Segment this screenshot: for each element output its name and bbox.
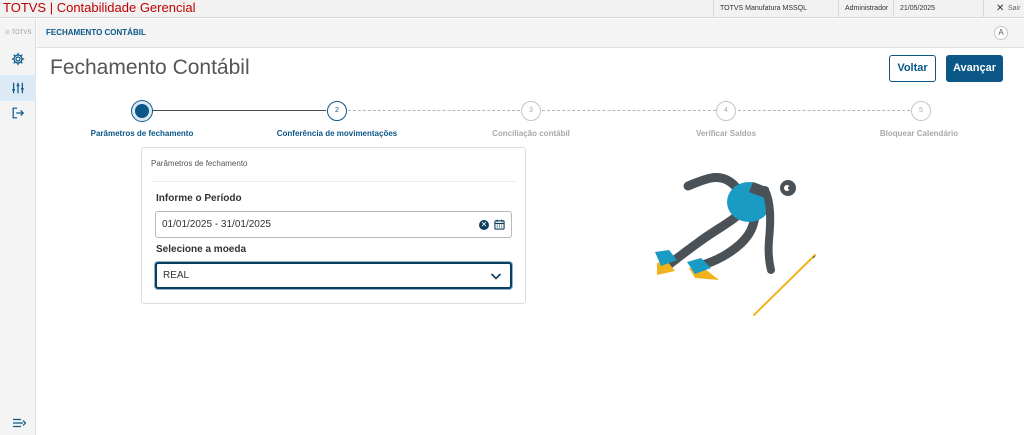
currency-value: REAL: [163, 270, 190, 281]
step-2-indicator[interactable]: 2: [327, 101, 347, 121]
parameters-card: Parâmetros de fechamento Informe o Perío…: [141, 147, 526, 304]
module-title: FECHAMENTO CONTÁBIL: [46, 28, 146, 37]
module-header: FECHAMENTO CONTÁBIL A: [37, 19, 1024, 48]
step-4-indicator: 4: [716, 101, 736, 121]
step-5-label: Bloquear Calendário: [879, 129, 959, 138]
close-icon: ✕: [996, 3, 1005, 14]
page-title: Fechamento Contábil: [50, 56, 250, 79]
card-title: Parâmetros de fechamento: [151, 159, 248, 168]
sidebar: ⊙ TOTVS: [0, 19, 36, 435]
currency-label: Selecione a moeda: [156, 244, 247, 255]
period-label: Informe o Período: [156, 193, 242, 204]
date-label: 21/05/2025: [893, 0, 983, 17]
step-connector: [348, 110, 520, 111]
step-2-label[interactable]: Conferência de movimentações: [277, 129, 397, 138]
step-3-label: Conciliação contábil: [492, 129, 570, 138]
avatar[interactable]: A: [994, 26, 1008, 40]
chevron-down-icon: [490, 273, 502, 280]
clear-icon[interactable]: ✕: [479, 220, 489, 230]
step-connector: [738, 110, 910, 111]
period-value: 01/01/2025 - 31/01/2025: [162, 219, 271, 230]
runner-illustration: [655, 173, 816, 316]
environment-label: TOTVS Manufatura MSSQL: [713, 0, 836, 17]
app-title: TOTVS | Contabilidade Gerencial: [3, 0, 196, 15]
step-4-label: Verificar Saldos: [695, 129, 757, 138]
divider: [151, 181, 517, 182]
currency-select[interactable]: REAL: [155, 262, 512, 289]
step-1-indicator[interactable]: [132, 101, 152, 121]
step-connector: [542, 110, 716, 111]
period-field[interactable]: 01/01/2025 - 31/01/2025 ✕: [155, 211, 512, 238]
exit-label: Sair: [1008, 5, 1021, 12]
sidebar-item-settings[interactable]: [0, 46, 36, 72]
title-bar: TOTVS | Contabilidade Gerencial TOTVS Ma…: [0, 0, 1024, 18]
user-label: Administrador: [838, 0, 893, 17]
step-1-label[interactable]: Parâmetros de fechamento: [91, 129, 194, 138]
stepper: 2 3 4 5 Parâmetros de fechamento Conferê…: [0, 96, 1024, 146]
step-3-indicator: 3: [521, 101, 541, 121]
step-5-indicator: 5: [911, 101, 931, 121]
sliders-icon: [12, 82, 24, 94]
next-button[interactable]: Avançar: [946, 55, 1003, 82]
expand-menu-icon[interactable]: [12, 418, 26, 428]
gear-icon: [11, 52, 25, 66]
calendar-icon[interactable]: [494, 219, 505, 230]
totvs-logo: ⊙ TOTVS: [5, 30, 32, 36]
back-button[interactable]: Voltar: [889, 55, 936, 82]
exit-button[interactable]: ✕ Sair: [983, 0, 1024, 17]
step-connector: [152, 110, 326, 111]
